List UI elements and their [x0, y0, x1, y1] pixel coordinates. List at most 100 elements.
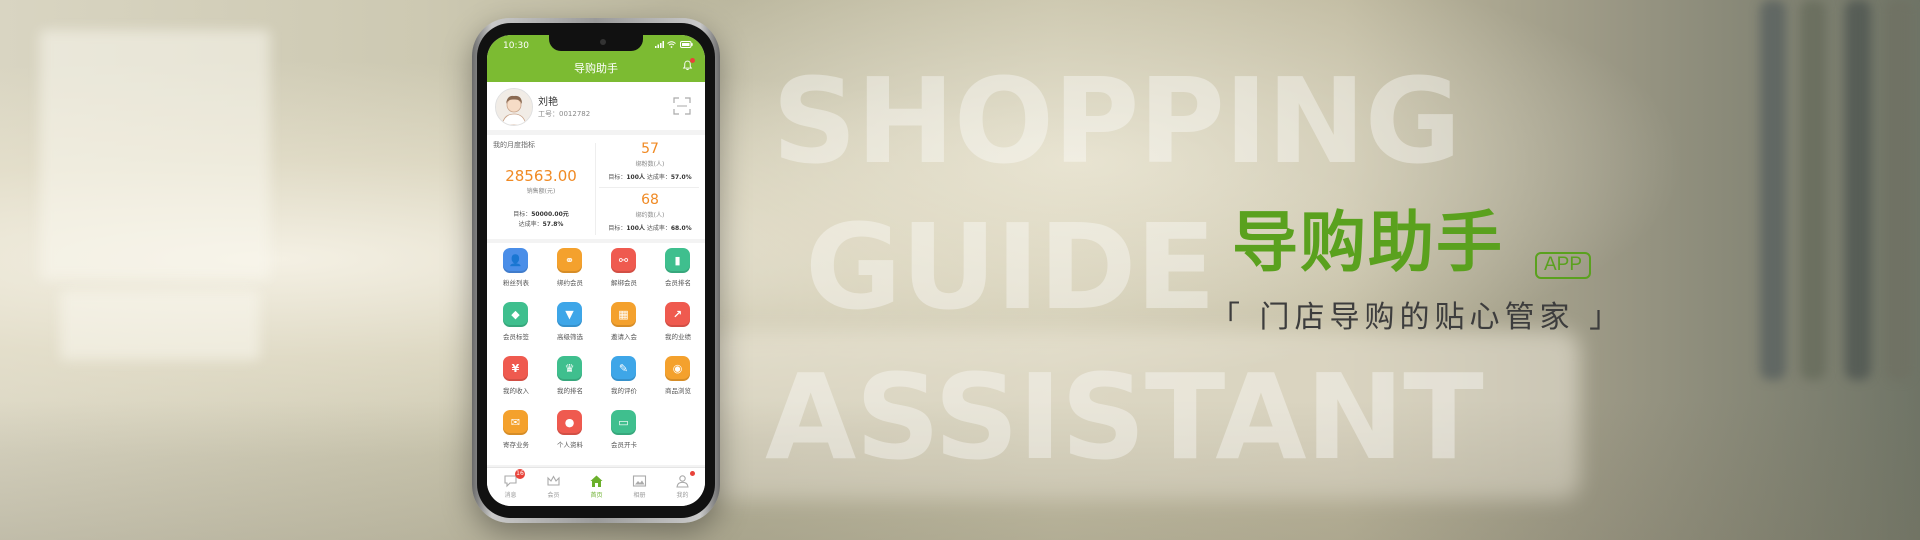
- feature-label: 邀请入会: [611, 333, 637, 341]
- tab-message[interactable]: 消息 16: [489, 469, 532, 501]
- metrics-title: 我的月度指标: [493, 141, 535, 149]
- signal-icon: [654, 41, 664, 48]
- feature-label: 商品浏览: [665, 387, 691, 395]
- phone-screen: 10:30 导购助手 刘艳 工号：0012782 我的月度指标 28563.00…: [487, 35, 705, 506]
- tab-label: 首页: [590, 492, 603, 499]
- yen-icon: ¥: [503, 356, 528, 381]
- feature-label: 我的业绩: [665, 333, 691, 341]
- headline-cn-title: 导购助手: [1232, 204, 1504, 281]
- sales-target-label: 目标：: [513, 211, 532, 218]
- tab-label: 相册: [633, 492, 646, 499]
- background-shelf: [40, 30, 270, 280]
- feature-label: 寄存业务: [503, 441, 529, 449]
- background-clothes: [1885, 0, 1911, 380]
- feature-filter[interactable]: ▼ 高级筛选: [543, 297, 597, 349]
- tab-label: 会员: [547, 492, 560, 499]
- avatar-image: [496, 89, 532, 125]
- card-icon: ▭: [611, 410, 636, 435]
- bind-label: 绑约数(人): [635, 212, 665, 219]
- status-time: 10:30: [503, 41, 529, 51]
- profile-card[interactable]: 刘艳 工号：0012782: [487, 82, 705, 130]
- camera-icon: [600, 39, 606, 45]
- feature-label: 高级筛选: [557, 333, 583, 341]
- feature-trophy[interactable]: ♛ 我的排名: [543, 351, 597, 403]
- feature-unlink[interactable]: ⚯ 解绑会员: [597, 243, 651, 295]
- feature-label: 我的评价: [611, 387, 637, 395]
- tab-album[interactable]: 相册: [618, 471, 661, 501]
- feature-label: 我的收入: [503, 387, 529, 395]
- trend-chart-icon: ↗: [665, 302, 690, 327]
- background-clothes: [1800, 0, 1826, 380]
- phone-notch: [549, 35, 643, 51]
- unlink-icon: ⚯: [611, 248, 636, 273]
- tab-label: 我的: [676, 492, 689, 499]
- ranking-chart-icon: ▮: [665, 248, 690, 273]
- feature-label: 会员标签: [503, 333, 529, 341]
- fans-label: 绑粉数(人): [635, 161, 665, 168]
- feature-yen[interactable]: ¥ 我的收入: [489, 351, 543, 403]
- tab-label: 消息: [504, 492, 517, 499]
- unread-badge: 16: [515, 469, 525, 479]
- headline-en-line-2: GUIDE: [805, 198, 1216, 336]
- fans-icon: 👤: [503, 248, 528, 273]
- fans-target-label: 目标：: [608, 174, 627, 181]
- bind-count: 68: [641, 192, 659, 208]
- feature-eye[interactable]: ◉ 商品浏览: [651, 351, 705, 403]
- feature-fans[interactable]: 👤 粉丝列表: [489, 243, 543, 295]
- phone-mockup: 10:30 导购助手 刘艳 工号：0012782 我的月度指标 28563.00…: [472, 18, 720, 523]
- feature-label: 绑约会员: [557, 279, 583, 287]
- qr-code-icon: ▦: [611, 302, 636, 327]
- bag-icon: ✉: [503, 410, 528, 435]
- background-clothes: [1845, 0, 1871, 380]
- feature-link[interactable]: ⚭ 绑约会员: [543, 243, 597, 295]
- feature-label: 个人资料: [557, 441, 583, 449]
- fans-count: 57: [641, 141, 659, 157]
- profile-icon: [675, 473, 690, 488]
- feature-label: 解绑会员: [611, 279, 637, 287]
- edit-icon: ✎: [611, 356, 636, 381]
- feature-label: 会员排名: [665, 279, 691, 287]
- home-icon: [589, 473, 604, 487]
- feature-trend-chart[interactable]: ↗ 我的业绩: [651, 297, 705, 349]
- sales-rate-label: 达成率：: [518, 221, 543, 228]
- link-icon: ⚭: [557, 248, 582, 273]
- nav-title: 导购助手: [574, 62, 618, 75]
- sales-rate: 达成率：57.8%: [487, 219, 595, 228]
- user-name: 刘艳: [538, 97, 558, 108]
- metrics-divider: [599, 187, 699, 188]
- eye-icon: ◉: [665, 356, 690, 381]
- fans-target-line: 目标：100人 达成率：57.0%: [595, 172, 705, 181]
- feature-tag[interactable]: ◆ 会员标签: [489, 297, 543, 349]
- feature-edit[interactable]: ✎ 我的评价: [597, 351, 651, 403]
- sales-rate-value: 57.8%: [542, 221, 564, 228]
- feature-card[interactable]: ▭ 会员开卡: [597, 405, 651, 457]
- tag-icon: ◆: [503, 302, 528, 327]
- bind-target-value: 100人: [626, 225, 645, 232]
- person-icon: ●: [557, 410, 582, 435]
- feature-person[interactable]: ● 个人资料: [543, 405, 597, 457]
- feature-label: 粉丝列表: [503, 279, 529, 287]
- album-icon: [632, 473, 647, 487]
- wifi-icon: [667, 41, 677, 48]
- headline-en-line-1: SHOPPING: [772, 52, 1462, 190]
- headline-en-line-3: ASSISTANT: [765, 348, 1484, 486]
- monthly-metrics-card: 我的月度指标 28563.00 销售额(元) 目标：50000.00元 达成率：…: [487, 135, 705, 239]
- fans-target-value: 100人: [626, 174, 645, 181]
- tab-profile[interactable]: 我的: [661, 471, 704, 501]
- fans-rate-label: 达成率：: [646, 174, 671, 181]
- tab-home[interactable]: 首页: [575, 471, 618, 501]
- avatar[interactable]: [495, 88, 533, 126]
- scan-icon[interactable]: [673, 97, 691, 115]
- bind-rate-value: 68.0%: [670, 225, 692, 232]
- sales-value: 28563.00: [505, 167, 577, 185]
- tab-crown[interactable]: 会员: [532, 471, 575, 501]
- feature-ranking-chart[interactable]: ▮ 会员排名: [651, 243, 705, 295]
- feature-grid: 👤 粉丝列表 ⚭ 绑约会员 ⚯ 解绑会员 ▮ 会员排名 ◆ 会员标签 ▼ 高级筛选 ▦ 邀请入会 ↗ 我的业绩…: [487, 243, 705, 465]
- fans-rate-value: 57.0%: [670, 174, 692, 181]
- feature-qr-code[interactable]: ▦ 邀请入会: [597, 297, 651, 349]
- bind-target-line: 目标：100人 达成率：68.0%: [595, 223, 705, 232]
- user-employee-id: 工号：0012782: [538, 110, 591, 118]
- background-clothes: [1760, 0, 1786, 380]
- feature-bag[interactable]: ✉ 寄存业务: [489, 405, 543, 457]
- bind-target-label: 目标：: [608, 225, 627, 232]
